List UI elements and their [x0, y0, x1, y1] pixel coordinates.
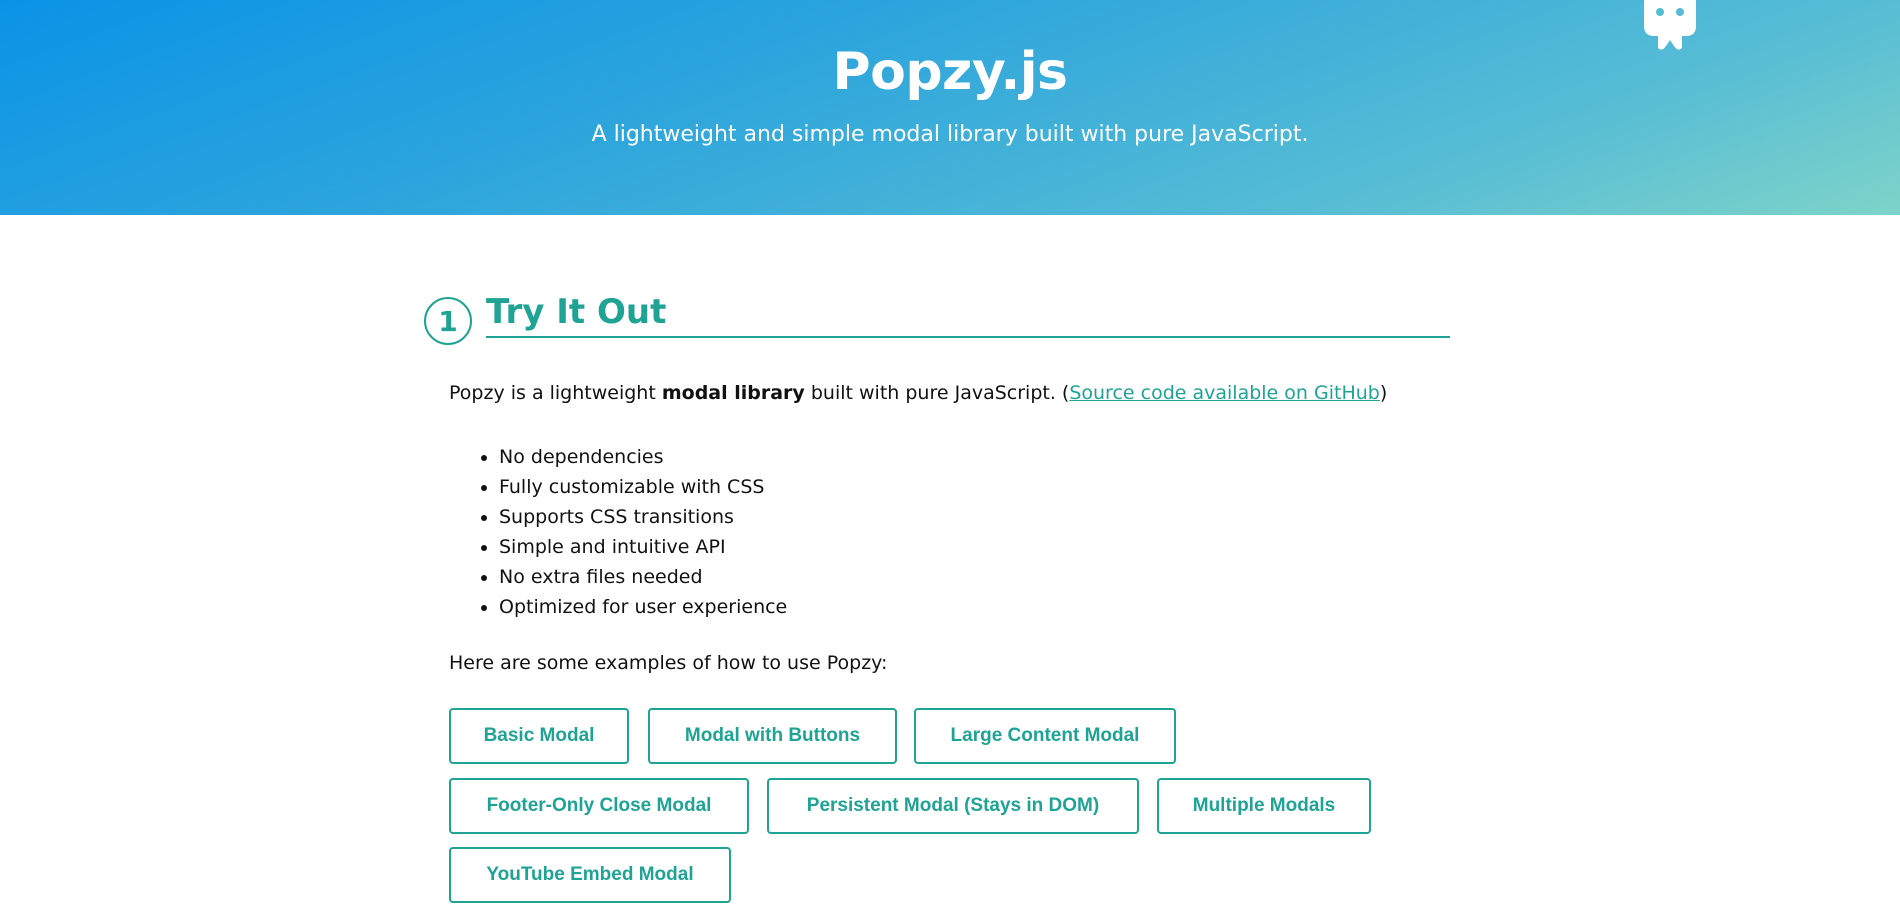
robot-mascot-icon	[1644, 0, 1696, 50]
feature-item: Optimized for user experience	[499, 592, 787, 622]
examples-intro: Here are some examples of how to use Pop…	[449, 652, 888, 674]
multiple-modals-button[interactable]: Multiple Modals	[1157, 778, 1371, 834]
youtube-embed-modal-button[interactable]: YouTube Embed Modal	[449, 847, 731, 903]
footer-only-close-modal-button[interactable]: Footer-Only Close Modal	[449, 778, 749, 834]
feature-list: No dependencies Fully customizable with …	[449, 442, 787, 622]
feature-item: Fully customizable with CSS	[499, 472, 787, 502]
section-title: Try It Out	[486, 292, 1450, 338]
github-link[interactable]: Source code available on GitHub	[1069, 382, 1380, 404]
intro-text: Popzy is a lightweight	[449, 382, 662, 404]
page-subtitle: A lightweight and simple modal library b…	[591, 122, 1309, 147]
intro-bold: modal library	[661, 382, 805, 404]
hero-banner: Popzy.js A lightweight and simple modal …	[0, 0, 1900, 215]
modal-with-buttons-button[interactable]: Modal with Buttons	[648, 708, 897, 764]
feature-item: Simple and intuitive API	[499, 532, 787, 562]
step-number: 1	[424, 297, 472, 345]
intro-paragraph: Popzy is a lightweight modal library bui…	[449, 382, 1387, 404]
intro-text-after: built with pure JavaScript. (	[804, 382, 1070, 404]
persistent-modal-button[interactable]: Persistent Modal (Stays in DOM)	[767, 778, 1139, 834]
feature-item: No dependencies	[499, 442, 787, 472]
intro-close-paren: )	[1379, 382, 1388, 404]
page-title: Popzy.js	[832, 42, 1068, 102]
section-header: 1 Try It Out	[424, 292, 1450, 345]
feature-item: No extra files needed	[499, 562, 787, 592]
large-content-modal-button[interactable]: Large Content Modal	[914, 708, 1176, 764]
try-it-out-section: 1 Try It Out Popzy is a lightweight moda…	[424, 292, 1450, 903]
feature-item: Supports CSS transitions	[499, 502, 787, 532]
basic-modal-button[interactable]: Basic Modal	[449, 708, 629, 764]
